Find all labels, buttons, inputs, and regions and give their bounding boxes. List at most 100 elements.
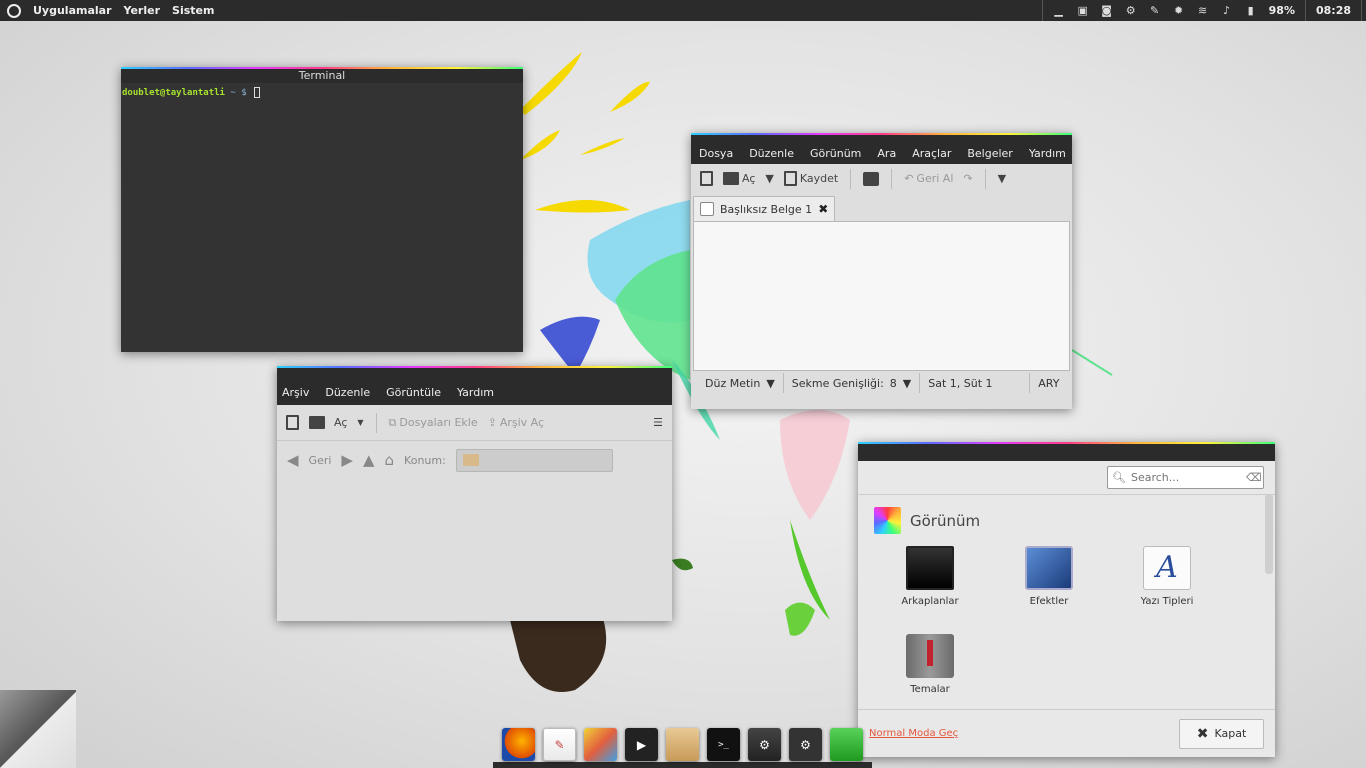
print-icon — [863, 171, 880, 186]
undo-button[interactable]: ↶ Geri Al — [901, 168, 956, 190]
menu-places[interactable]: Yerler — [118, 4, 167, 17]
open-button[interactable]: Aç — [720, 168, 758, 190]
back-arrow-icon[interactable]: ◀ — [287, 451, 299, 469]
tray-separator — [1361, 0, 1362, 21]
home-icon[interactable]: ⌂ — [385, 451, 395, 469]
green-app-icon[interactable] — [830, 728, 863, 761]
close-button[interactable]: ✖ Kapat — [1179, 718, 1264, 749]
text-area[interactable] — [693, 221, 1070, 371]
notes-icon[interactable]: ▣ — [1071, 0, 1095, 21]
minimize-all-icon[interactable]: ▁ — [1047, 0, 1071, 21]
archive-toolbar: Aç ▼ ⧉ Dosyaları Ekle ⇪ Arşiv Aç ☰ — [277, 405, 672, 441]
menu-edit[interactable]: Düzenle — [741, 147, 802, 160]
new-archive-icon — [286, 415, 299, 430]
text-editor-window[interactable]: Dosya Düzenle Görünüm Ara Araçlar Belgel… — [691, 133, 1072, 409]
applet-effects[interactable]: Efektler — [999, 546, 1099, 607]
menu-applications[interactable]: Uygulamalar — [27, 4, 118, 17]
chevron-down-icon: ▼ — [357, 418, 364, 427]
appearance-window[interactable]: 🔍︎ ⌫ Görünüm Arkaplanlar Efektler A Yazı… — [858, 442, 1275, 757]
chevron-down-icon: ▼ — [997, 172, 1007, 185]
toolbar-separator — [984, 168, 986, 189]
redo-button[interactable]: ↷ — [960, 168, 975, 190]
camera-icon[interactable]: ◙ — [1095, 0, 1119, 21]
effects-wand-icon — [1025, 546, 1073, 590]
menu-search[interactable]: Ara — [869, 147, 904, 160]
appearance-titlebar[interactable] — [858, 444, 1275, 461]
file-manager-icon[interactable] — [666, 728, 699, 761]
page-curl — [0, 690, 76, 768]
applet-label: Arkaplanlar — [901, 596, 959, 607]
terminal-title[interactable]: Terminal — [121, 69, 523, 83]
open-recent-dropdown[interactable]: ▼ — [762, 168, 776, 190]
highlight-mode-selector[interactable]: Düz Metin ▼ — [697, 373, 783, 393]
pin-icon[interactable]: ✎ — [1143, 0, 1167, 21]
terminal-body[interactable]: doublet@taylantatli ~ $ — [121, 83, 523, 102]
add-files-button[interactable]: ⧉ Dosyaları Ekle — [386, 412, 481, 434]
folder-icon — [462, 454, 479, 466]
print-button[interactable] — [860, 168, 882, 190]
open-button[interactable]: Aç — [306, 412, 350, 434]
terminal-window[interactable]: Terminal doublet@taylantatli ~ $ — [121, 67, 523, 352]
wifi-icon[interactable]: ≋ — [1191, 0, 1215, 21]
forward-arrow-icon[interactable]: ▶ — [341, 451, 353, 469]
list-view-button[interactable]: ☰ — [650, 412, 666, 434]
location-field[interactable] — [455, 448, 613, 472]
paint-icon[interactable] — [584, 728, 617, 761]
video-player-icon[interactable]: ▶ — [625, 728, 658, 761]
clear-search-icon[interactable]: ⌫ — [1246, 471, 1262, 484]
terminal-icon[interactable]: >_ — [707, 728, 740, 761]
menu-help[interactable]: Yardım — [1021, 147, 1074, 160]
menu-file[interactable]: Dosya — [691, 147, 741, 160]
text-editor-icon[interactable]: ✎ — [543, 728, 576, 761]
section-header: Görünüm — [858, 495, 1275, 534]
save-label: Kaydet — [799, 172, 839, 185]
new-document-button[interactable] — [697, 168, 716, 190]
distro-logo-icon[interactable] — [7, 3, 21, 18]
clock[interactable]: 08:28 — [1310, 4, 1357, 17]
menu-view[interactable]: Görüntüle — [378, 386, 449, 399]
music-icon[interactable]: ♪ — [1215, 0, 1239, 21]
chevron-down-icon: ▼ — [765, 172, 774, 185]
search-input[interactable] — [1130, 471, 1241, 484]
document-tab[interactable]: Başlıksız Belge 1 ✖ — [693, 196, 836, 221]
gear-icon[interactable]: ✹ — [1167, 0, 1191, 21]
battery-icon[interactable]: ▮ — [1239, 0, 1263, 21]
menu-help[interactable]: Yardım — [449, 386, 502, 399]
settings-icon[interactable]: ⚙ — [789, 728, 822, 761]
save-button[interactable]: Kaydet — [781, 168, 841, 190]
vertical-scrollbar[interactable] — [1265, 494, 1273, 574]
tab-width-label: Sekme Genişliği: — [791, 376, 884, 390]
location-label: Konum: — [404, 453, 446, 467]
top-panel: Uygulamalar Yerler Sistem ▁ ▣ ◙ ⚙ ✎ ✹ ≋ … — [0, 0, 1366, 21]
chevron-down-icon: ▼ — [766, 376, 775, 390]
tab-width-selector[interactable]: Sekme Genişliği: 8 ▼ — [782, 373, 919, 393]
menu-tools[interactable]: Araçlar — [904, 147, 959, 160]
steam-icon[interactable]: ⚙ — [748, 728, 781, 761]
menu-edit[interactable]: Düzenle — [317, 386, 378, 399]
dock: ✎ ▶ >_ ⚙ ⚙ — [493, 726, 872, 768]
menu-documents[interactable]: Belgeler — [959, 147, 1020, 160]
toolbar-separator — [891, 168, 893, 189]
firefox-icon[interactable] — [502, 728, 535, 761]
search-field[interactable]: 🔍︎ ⌫ — [1107, 466, 1264, 489]
search-row: 🔍︎ ⌫ — [858, 461, 1275, 495]
highlight-mode-label: Düz Metin — [705, 376, 761, 390]
editor-statusbar: Düz Metin ▼ Sekme Genişliği: 8 ▼ Sat 1, Süt… — [691, 371, 1072, 395]
normal-mode-link[interactable]: Normal Moda Geç — [869, 728, 958, 739]
open-dropdown[interactable]: ▼ — [354, 412, 366, 434]
applet-backgrounds[interactable]: Arkaplanlar — [880, 546, 980, 607]
new-archive-button[interactable] — [283, 412, 302, 434]
menu-system[interactable]: Sistem — [166, 4, 220, 17]
archive-manager-window[interactable]: Arşiv Düzenle Görüntüle Yardım Aç ▼ ⧉ Dos… — [277, 366, 672, 621]
menu-archive[interactable]: Arşiv — [277, 386, 317, 399]
extract-button[interactable]: ⇪ Arşiv Aç — [485, 412, 547, 434]
applet-fonts[interactable]: A Yazı Tipleri — [1117, 546, 1217, 607]
menu-view[interactable]: Görünüm — [802, 147, 869, 160]
back-label[interactable]: Geri — [309, 454, 332, 467]
close-tab-icon[interactable]: ✖ — [818, 202, 828, 216]
up-arrow-icon[interactable]: ▲ — [363, 451, 375, 469]
battery-percent[interactable]: 98% — [1263, 4, 1301, 17]
applet-themes[interactable]: Temalar — [880, 634, 980, 695]
steam-icon[interactable]: ⚙ — [1119, 0, 1143, 21]
overflow-menu-button[interactable]: ▼ — [995, 168, 1009, 190]
